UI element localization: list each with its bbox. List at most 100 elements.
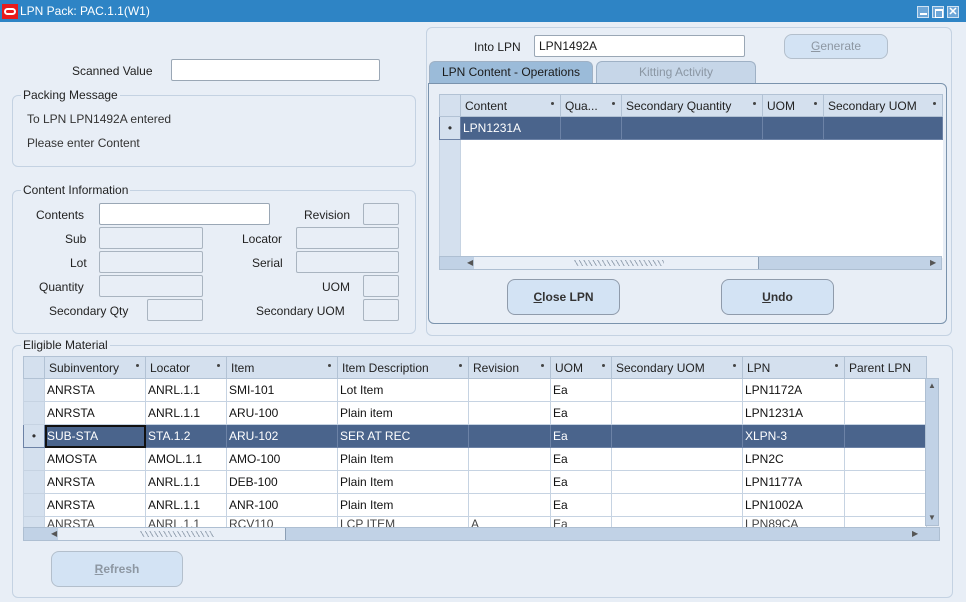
eligible-material-vscrollbar[interactable]: ▲ ▼ (925, 378, 939, 526)
col-header-parent-lpn[interactable]: Parent LPN (844, 356, 927, 379)
contents-input[interactable] (99, 203, 270, 225)
cell[interactable]: ANRSTA (44, 493, 146, 517)
cell[interactable]: ANRSTA (44, 378, 146, 402)
cell[interactable]: SER AT REC (337, 424, 469, 448)
cell[interactable]: ANR-100 (226, 493, 338, 517)
cell[interactable] (823, 116, 943, 140)
cell[interactable] (611, 424, 743, 448)
cell[interactable] (468, 470, 551, 494)
cell[interactable]: Ea (550, 470, 612, 494)
scroll-right-icon[interactable]: ▶ (912, 529, 918, 538)
cell[interactable]: Plain Item (337, 493, 469, 517)
cell[interactable]: ANRSTA (44, 470, 146, 494)
row-selector[interactable] (23, 401, 45, 425)
row-selector[interactable] (23, 470, 45, 494)
col-header-revision[interactable]: Revision (468, 356, 551, 379)
cell[interactable] (762, 116, 824, 140)
table-row[interactable]: ANRSTA ANRL.1.1 DEB-100 Plain Item Ea LPN1177… (23, 470, 927, 494)
cell[interactable]: STA.1.2 (145, 424, 227, 448)
cell[interactable]: Ea (550, 424, 612, 448)
cell[interactable] (844, 470, 927, 494)
scroll-left-icon[interactable]: ◀ (51, 529, 57, 538)
cell[interactable]: LPN1231A (460, 116, 561, 140)
refresh-button[interactable]: Refresh (51, 551, 183, 587)
cell[interactable]: AMO-100 (226, 447, 338, 471)
col-header-lpn[interactable]: LPN (742, 356, 845, 379)
col-header-secondary-quantity[interactable]: Secondary Quantity (621, 94, 763, 117)
col-header-secondary-uom[interactable]: Secondary UOM (823, 94, 943, 117)
cell[interactable] (844, 378, 927, 402)
col-header-uom[interactable]: UOM (762, 94, 824, 117)
cell[interactable] (560, 116, 622, 140)
col-header-content[interactable]: Content (460, 94, 561, 117)
cell[interactable]: Plain Item (337, 470, 469, 494)
cell[interactable]: ANRL.1.1 (145, 378, 227, 402)
cell[interactable]: DEB-100 (226, 470, 338, 494)
cell[interactable]: ANRL.1.1 (145, 470, 227, 494)
scanned-value-input[interactable] (171, 59, 380, 81)
cell[interactable] (468, 424, 551, 448)
cell[interactable] (468, 493, 551, 517)
scroll-down-icon[interactable]: ▼ (928, 513, 936, 522)
col-header-item[interactable]: Item (226, 356, 338, 379)
cell[interactable]: LPN2C (742, 447, 845, 471)
scroll-left-icon[interactable]: ◀ (467, 258, 473, 267)
undo-button[interactable]: Undo (721, 279, 834, 315)
col-header-subinventory[interactable]: Subinventory (44, 356, 146, 379)
scroll-right-icon[interactable]: ▶ (930, 258, 936, 267)
cell[interactable]: ANRSTA (44, 401, 146, 425)
cell[interactable]: Ea (550, 447, 612, 471)
cell[interactable]: LPN1172A (742, 378, 845, 402)
into-lpn-input[interactable]: LPN1492A (534, 35, 745, 57)
row-selector[interactable] (23, 493, 45, 517)
cell[interactable] (621, 116, 763, 140)
cell[interactable] (468, 378, 551, 402)
col-header-uom[interactable]: UOM (550, 356, 612, 379)
cell[interactable] (611, 493, 743, 517)
cell[interactable] (844, 493, 927, 517)
cell[interactable] (611, 401, 743, 425)
cell[interactable]: ANRL.1.1 (145, 401, 227, 425)
cell[interactable] (844, 401, 927, 425)
cell[interactable]: AMOL.1.1 (145, 447, 227, 471)
cell[interactable]: SUB-STA (44, 424, 146, 448)
tab-kitting-activity[interactable]: Kitting Activity (596, 61, 756, 84)
cell[interactable] (844, 424, 927, 448)
cell[interactable]: ARU-102 (226, 424, 338, 448)
minimize-icon[interactable] (917, 6, 929, 18)
cell[interactable] (611, 378, 743, 402)
close-lpn-button[interactable]: Close LPN (507, 279, 620, 315)
cell[interactable]: ARU-100 (226, 401, 338, 425)
cell[interactable]: Lot Item (337, 378, 469, 402)
eligible-material-hscrollbar[interactable]: ◀ ▶ (23, 527, 940, 541)
cell[interactable]: AMOSTA (44, 447, 146, 471)
table-row[interactable]: ANRSTA ANRL.1.1 SMI-101 Lot Item Ea LPN1172A (23, 378, 927, 402)
col-header-item-description[interactable]: Item Description (337, 356, 469, 379)
table-row[interactable]: ANRSTA ANRL.1.1 ANR-100 Plain Item Ea LPN1002… (23, 493, 927, 517)
cell[interactable]: LPN1177A (742, 470, 845, 494)
cell[interactable] (611, 447, 743, 471)
generate-button[interactable]: Generate (784, 34, 888, 59)
cell[interactable]: Plain Item (337, 447, 469, 471)
cell[interactable] (611, 470, 743, 494)
close-icon[interactable]: ✕ (947, 6, 959, 18)
maximize-icon[interactable] (932, 6, 944, 18)
row-selector[interactable]: • (23, 424, 45, 448)
cell[interactable]: Plain item (337, 401, 469, 425)
table-row[interactable]: AMOSTA AMOL.1.1 AMO-100 Plain Item Ea LPN2C (23, 447, 927, 471)
table-row[interactable]: • SUB-STA STA.1.2 ARU-102 SER AT REC Ea XLPN-3 (23, 424, 927, 448)
cell[interactable]: Ea (550, 401, 612, 425)
col-header-locator[interactable]: Locator (145, 356, 227, 379)
cell[interactable] (468, 401, 551, 425)
row-selector[interactable] (23, 447, 45, 471)
scroll-up-icon[interactable]: ▲ (928, 381, 936, 390)
cell[interactable] (844, 447, 927, 471)
cell[interactable]: Ea (550, 378, 612, 402)
row-selector[interactable]: • (439, 116, 461, 140)
cell[interactable]: LPN1231A (742, 401, 845, 425)
row-selector[interactable] (23, 378, 45, 402)
cell[interactable]: SMI-101 (226, 378, 338, 402)
cell[interactable]: LPN1002A (742, 493, 845, 517)
scroll-thumb[interactable] (474, 257, 759, 269)
tab-lpn-content-operations[interactable]: LPN Content - Operations (429, 61, 593, 84)
